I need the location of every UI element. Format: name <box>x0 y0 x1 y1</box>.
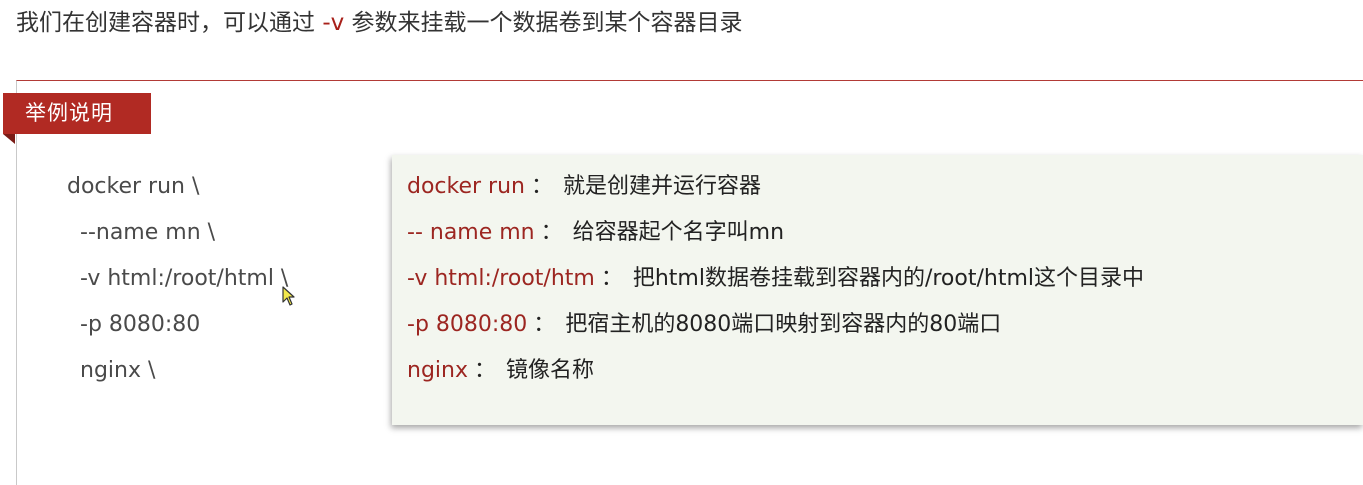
explanation-separator: ： <box>473 358 496 383</box>
explanation-row: nginx： 镜像名称 <box>407 348 1144 394</box>
example-tag: 举例说明 <box>3 93 151 134</box>
intro-sentence: 我们在创建容器时，可以通过 -v 参数来挂载一个数据卷到某个容器目录 <box>16 6 743 40</box>
explanation-box: docker run：就是创建并运行容器 -- name mn：给容器起个名字叫… <box>392 155 1363 425</box>
intro-after: 参数来挂载一个数据卷到某个容器目录 <box>351 10 743 36</box>
code-line: docker run \ <box>67 174 200 199</box>
document-page: 我们在创建容器时，可以通过 -v 参数来挂载一个数据卷到某个容器目录 举例说明 … <box>0 0 1363 485</box>
explanation-desc: 镜像名称 <box>506 358 595 383</box>
explanation-separator: ： <box>533 312 556 337</box>
explanation-desc: 把宿主机的8080端口映射到容器内的80端口 <box>565 312 1002 337</box>
explanation-separator: ： <box>530 174 553 199</box>
code-line: --name mn \ <box>80 220 216 245</box>
example-tag-fold <box>3 134 15 144</box>
explanation-term: nginx <box>407 358 468 383</box>
code-block: docker run \ --name mn \ -v html:/root/h… <box>67 164 288 394</box>
explanation-desc: 给容器起个名字叫mn <box>572 220 785 245</box>
intro-flag: -v <box>322 10 345 36</box>
explanation-row: docker run： 就是创建并运行容器 <box>407 164 1144 210</box>
code-line: -p 8080:80 <box>80 312 201 337</box>
explanation-term: -- name mn <box>407 220 535 245</box>
explanation-list: docker run：就是创建并运行容器 -- name mn：给容器起个名字叫… <box>407 164 1144 394</box>
explanation-term: docker run <box>407 174 525 199</box>
explanation-row: -v html:/root/htm： 把html数据卷挂载到容器内的/root/h… <box>407 256 1144 302</box>
explanation-separator: ： <box>540 220 563 245</box>
explanation-row: -- name mn： 给容器起个名字叫mn <box>407 210 1144 256</box>
explanation-term: -v html:/root/htm <box>407 266 595 291</box>
code-line: -v html:/root/html \ <box>80 266 289 291</box>
explanation-desc: 就是创建并运行容器 <box>563 174 762 199</box>
intro-before: 我们在创建容器时，可以通过 <box>16 10 315 36</box>
explanation-term: -p 8080:80 <box>407 312 528 337</box>
explanation-row: -p 8080:80： 把宿主机的8080端口映射到容器内的80端口 <box>407 302 1144 348</box>
code-line: nginx \ <box>80 358 156 383</box>
mouse-pointer-icon <box>282 286 295 306</box>
explanation-separator: ： <box>600 266 623 291</box>
explanation-desc: 把html数据卷挂载到容器内的/root/html这个目录中 <box>632 266 1145 291</box>
